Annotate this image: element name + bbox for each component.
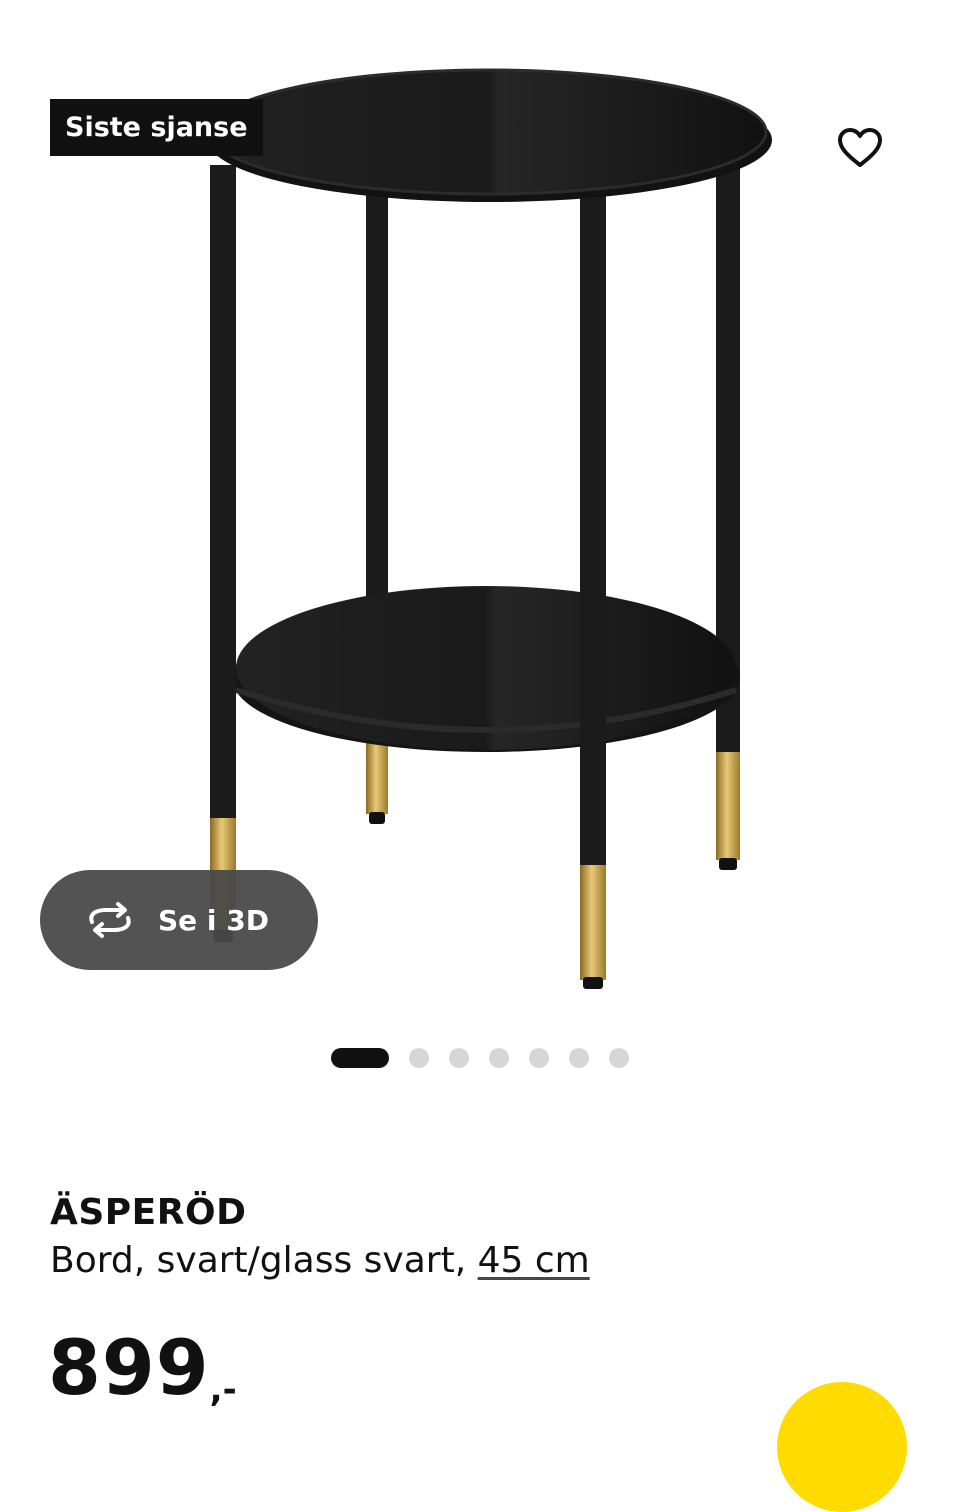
view-in-3d-button[interactable]: Se i 3D	[40, 870, 318, 970]
gallery-dot-6[interactable]	[569, 1048, 589, 1068]
gallery-dot-4[interactable]	[489, 1048, 509, 1068]
heart-outline-icon	[837, 127, 883, 173]
gallery-dot-2[interactable]	[409, 1048, 429, 1068]
price-decimal: ,-	[209, 1370, 237, 1410]
last-chance-badge: Siste sjanse	[50, 99, 263, 156]
view-in-3d-label: Se i 3D	[158, 903, 269, 937]
favorite-button[interactable]	[828, 118, 892, 182]
gallery-pagination	[0, 1046, 960, 1070]
add-to-cart-button[interactable]	[777, 1382, 907, 1512]
product-price: 899 ,-	[48, 1325, 237, 1411]
price-integer: 899	[48, 1323, 210, 1412]
gallery-dot-1[interactable]	[331, 1048, 389, 1068]
product-description: Bord, svart/glass svart, 45 cm	[50, 1240, 590, 1281]
product-type: Bord, svart/glass svart,	[50, 1240, 478, 1281]
gallery-dot-3[interactable]	[449, 1048, 469, 1068]
product-name: ÄSPERÖD	[50, 1192, 247, 1233]
gallery-dot-7[interactable]	[609, 1048, 629, 1068]
size-link[interactable]: 45 cm	[478, 1240, 590, 1281]
gallery-dot-5[interactable]	[529, 1048, 549, 1068]
rotate-3d-icon	[84, 900, 136, 940]
